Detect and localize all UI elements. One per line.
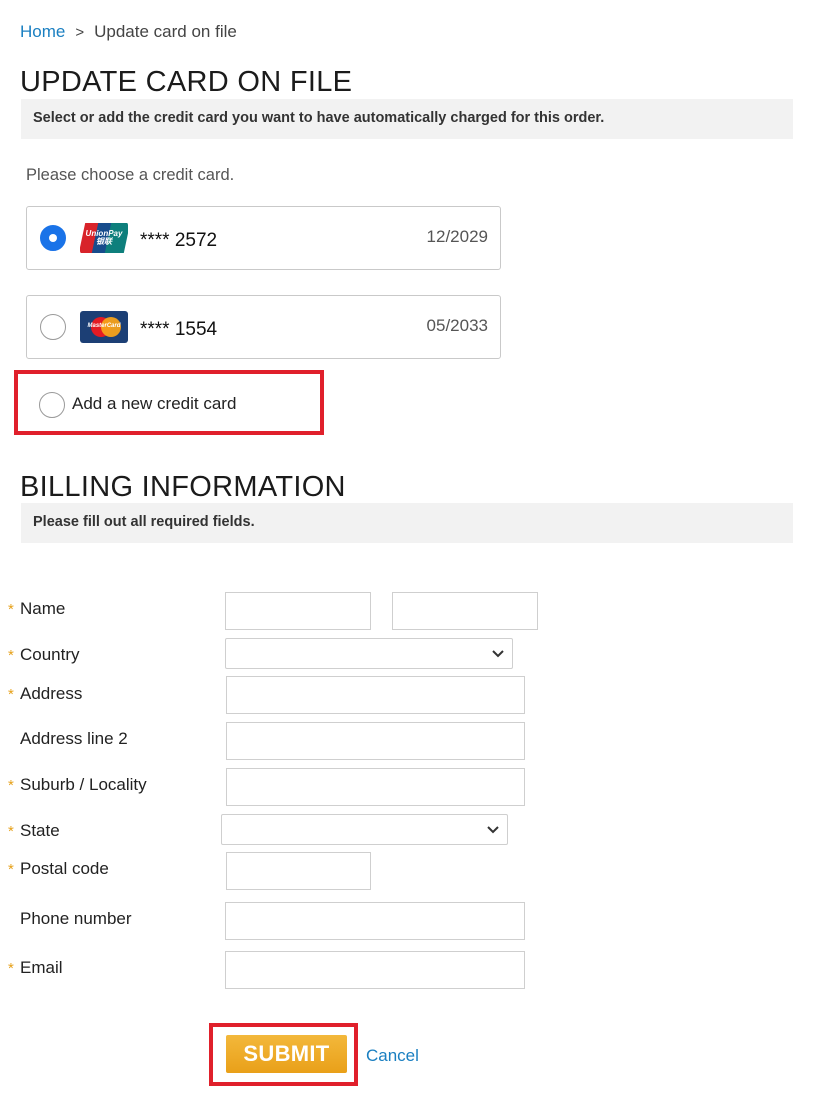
billing-section-title: BILLING INFORMATION	[20, 471, 346, 503]
email-input[interactable]	[225, 951, 525, 989]
state-label: * State	[8, 821, 60, 840]
required-marker: *	[8, 823, 14, 840]
postal-code-label: * Postal code	[8, 859, 109, 878]
breadcrumb-separator: >	[75, 23, 85, 41]
card-radio-selected[interactable]	[40, 225, 66, 251]
breadcrumb-home-link[interactable]: Home	[20, 22, 65, 42]
last-name-input[interactable]	[392, 592, 538, 630]
breadcrumb: Home > Update card on file	[20, 22, 237, 42]
email-label: * Email	[8, 958, 63, 977]
required-marker: *	[8, 686, 14, 703]
submit-highlight-frame: SUBMIT	[209, 1023, 358, 1086]
card-option-mastercard[interactable]: MasterCard **** 1554 05/2033	[26, 295, 501, 359]
billing-section-subtitle: Please fill out all required fields.	[21, 503, 793, 543]
card-radio[interactable]	[40, 314, 66, 340]
first-name-input[interactable]	[225, 592, 371, 630]
mastercard-icon: MasterCard	[80, 311, 128, 343]
address-input[interactable]	[226, 676, 525, 714]
required-marker: *	[8, 861, 14, 878]
name-label: * Name	[8, 599, 66, 618]
card-number: **** 2572	[140, 230, 218, 251]
required-marker: *	[8, 601, 14, 618]
phone-input[interactable]	[225, 902, 525, 940]
card-section-subtitle: Select or add the credit card you want t…	[21, 99, 793, 139]
chevron-down-icon	[487, 826, 499, 834]
card-option-unionpay[interactable]: UnionPay 银联 **** 2572 12/2029	[26, 206, 501, 270]
chevron-down-icon	[492, 650, 504, 658]
address-line2-label: Address line 2	[20, 729, 128, 748]
add-new-card-option[interactable]: Add a new credit card	[14, 370, 324, 435]
choose-card-label: Please choose a credit card.	[26, 166, 235, 184]
breadcrumb-current: Update card on file	[94, 22, 237, 41]
add-new-card-radio[interactable]	[39, 392, 65, 418]
postal-code-input[interactable]	[226, 852, 371, 890]
state-select[interactable]	[221, 814, 508, 845]
unionpay-icon: UnionPay 银联	[80, 222, 128, 254]
suburb-input[interactable]	[226, 768, 525, 806]
address-label: * Address	[8, 684, 83, 703]
country-select[interactable]	[225, 638, 513, 669]
phone-label: Phone number	[20, 909, 132, 928]
cancel-link[interactable]: Cancel	[366, 1046, 419, 1066]
submit-button[interactable]: SUBMIT	[226, 1035, 347, 1073]
card-expiry: 05/2033	[426, 316, 488, 335]
card-expiry: 12/2029	[426, 227, 488, 246]
add-new-card-label: Add a new credit card	[72, 394, 237, 413]
required-marker: *	[8, 777, 14, 794]
card-number: **** 1554	[140, 319, 218, 340]
required-marker: *	[8, 960, 14, 977]
suburb-label: * Suburb / Locality	[8, 775, 147, 794]
address-line2-input[interactable]	[226, 722, 525, 760]
required-marker: *	[8, 647, 14, 664]
card-section-title: UPDATE CARD ON FILE	[20, 66, 353, 98]
country-label: * Country	[8, 645, 80, 664]
